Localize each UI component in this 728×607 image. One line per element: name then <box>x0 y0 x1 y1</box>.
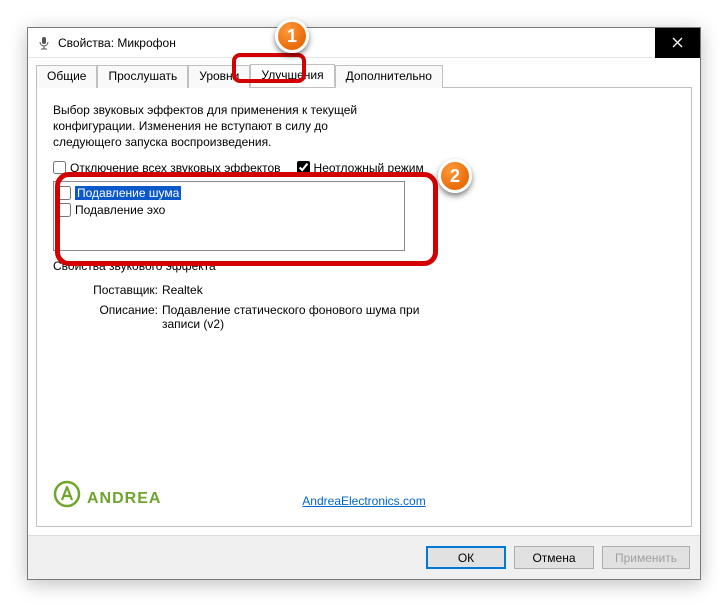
client-area: Общие Прослушать Уровни Улучшения Дополн… <box>28 58 700 535</box>
echo-suppression-checkbox[interactable] <box>57 203 71 217</box>
apply-button[interactable]: Применить <box>602 546 690 569</box>
annotation-callout-2: 2 <box>438 159 472 193</box>
list-item[interactable]: Подавление эхо <box>57 202 401 219</box>
vendor-value: Realtek <box>162 283 442 297</box>
cancel-button[interactable]: Отмена <box>514 546 594 569</box>
tab-levels[interactable]: Уровни <box>188 65 250 88</box>
button-bar: ОК Отмена Применить <box>28 535 700 579</box>
vendor-key: Поставщик: <box>53 283 158 297</box>
urgent-mode-text: Неотложный режим <box>314 161 424 175</box>
tab-enhancements[interactable]: Улучшения <box>250 64 334 87</box>
effect-properties: Поставщик: Realtek Описание: Подавление … <box>53 283 675 331</box>
urgent-mode-label[interactable]: Неотложный режим <box>297 161 424 175</box>
annotation-callout-1: 1 <box>275 19 309 53</box>
tab-advanced[interactable]: Дополнительно <box>335 65 443 88</box>
vendor-link[interactable]: AndreaElectronics.com <box>302 494 425 508</box>
tab-general[interactable]: Общие <box>36 65 97 88</box>
disable-all-effects-checkbox[interactable] <box>53 161 66 174</box>
urgent-mode-checkbox[interactable] <box>297 161 310 174</box>
list-item[interactable]: Подавление шума <box>57 185 401 202</box>
description-text: Выбор звуковых эффектов для применения к… <box>53 102 383 151</box>
microphone-icon <box>36 35 52 51</box>
close-button[interactable] <box>655 28 700 58</box>
vendor-link-row: AndreaElectronics.com <box>37 494 691 508</box>
close-icon <box>672 37 683 48</box>
effect-properties-heading: Свойства звукового эффекта <box>53 259 675 273</box>
effects-listbox[interactable]: Подавление шума Подавление эхо <box>53 181 405 251</box>
desc-value: Подавление статического фонового шума пр… <box>162 303 442 331</box>
titlebar: Свойства: Микрофон <box>28 28 700 58</box>
window-title: Свойства: Микрофон <box>58 36 655 50</box>
tab-listen[interactable]: Прослушать <box>97 65 188 88</box>
properties-window: Свойства: Микрофон Общие Прослушать Уров… <box>27 27 701 580</box>
noise-suppression-label: Подавление шума <box>75 186 181 200</box>
disable-all-effects-label[interactable]: Отключение всех звуковых эффектов <box>53 161 281 175</box>
ok-button[interactable]: ОК <box>426 546 506 569</box>
disable-all-effects-text: Отключение всех звуковых эффектов <box>70 161 281 175</box>
tab-strip: Общие Прослушать Уровни Улучшения Дополн… <box>36 64 692 88</box>
noise-suppression-checkbox[interactable] <box>57 186 71 200</box>
echo-suppression-label: Подавление эхо <box>75 203 165 217</box>
desc-key: Описание: <box>53 303 158 331</box>
tab-content: Выбор звуковых эффектов для применения к… <box>36 88 692 527</box>
top-checkboxes: Отключение всех звуковых эффектов Неотло… <box>53 161 675 175</box>
